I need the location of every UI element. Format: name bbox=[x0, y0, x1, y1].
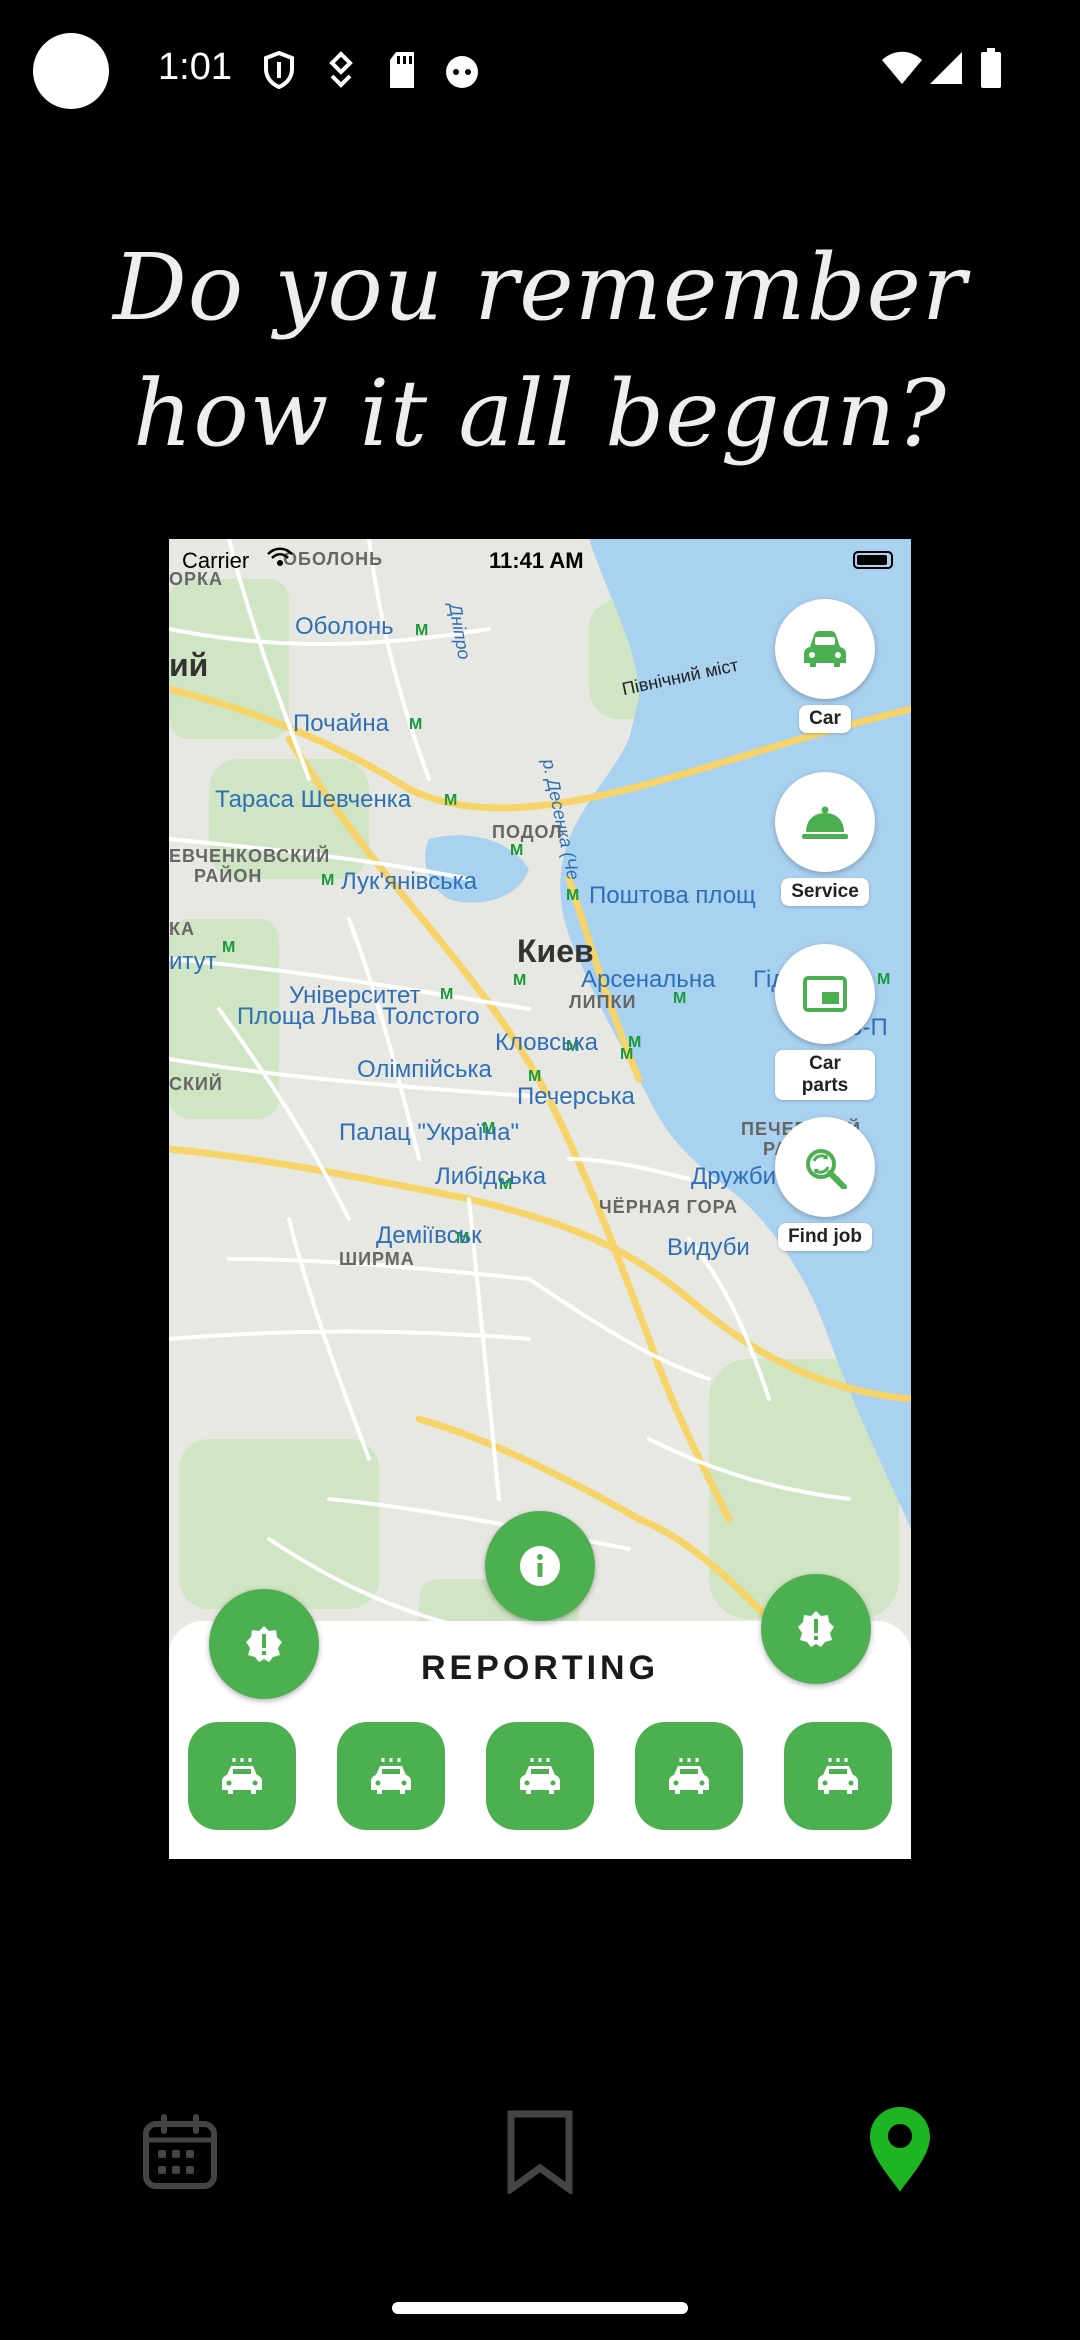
svg-text:M: M bbox=[444, 792, 457, 809]
category-service[interactable]: Service bbox=[775, 772, 875, 906]
car-icon bbox=[775, 599, 875, 699]
signal-icon bbox=[930, 52, 962, 84]
report-left-button[interactable] bbox=[209, 1589, 319, 1699]
map-label: ЕВЧЕНКОВСКИЙ bbox=[169, 846, 331, 866]
app-screenshot: MMM MMM MMM MMM MMM MMM ОБОЛОНЬ ОРКА Обо… bbox=[169, 539, 911, 1859]
category-label: Find job bbox=[778, 1223, 872, 1251]
map-label: Палац "Україна" bbox=[339, 1119, 520, 1146]
map-label: Поштова площ bbox=[589, 882, 756, 909]
info-button[interactable] bbox=[485, 1511, 595, 1621]
car-alarm-icon bbox=[222, 1758, 262, 1794]
report-car-button-4[interactable] bbox=[635, 1722, 743, 1830]
map-label: Тараса Шевченка bbox=[215, 786, 412, 813]
svg-text:M: M bbox=[321, 872, 334, 889]
home-indicator[interactable] bbox=[392, 2302, 688, 2314]
map-label: Киев bbox=[517, 933, 594, 969]
info-icon bbox=[520, 1546, 560, 1586]
svg-text:M: M bbox=[877, 971, 890, 988]
page-heading: Do you remember how it all began? bbox=[0, 225, 1080, 477]
car-alarm-icon bbox=[669, 1758, 709, 1794]
report-car-button-3[interactable] bbox=[486, 1722, 594, 1830]
alert-badge-icon bbox=[798, 1611, 834, 1647]
status-time: 1:01 bbox=[158, 46, 232, 88]
svg-text:M: M bbox=[628, 1034, 641, 1051]
map-label: СКИЙ bbox=[169, 1074, 223, 1094]
heading-line-1: Do you remember bbox=[113, 234, 967, 341]
wifi-icon bbox=[267, 547, 293, 566]
carrier-label: Carrier bbox=[182, 548, 250, 573]
cat-face-icon bbox=[446, 56, 478, 88]
report-right-button[interactable] bbox=[761, 1574, 871, 1684]
sd-card-icon bbox=[390, 52, 414, 88]
report-car-button-2[interactable] bbox=[337, 1722, 445, 1830]
bookmark-icon[interactable] bbox=[506, 2110, 574, 2194]
alert-badge-icon bbox=[246, 1626, 282, 1662]
car-alarm-icon bbox=[818, 1758, 858, 1794]
svg-text:M: M bbox=[513, 972, 526, 989]
status-bar: 1:01 bbox=[0, 0, 1080, 140]
category-find-job[interactable]: Find job bbox=[775, 1117, 875, 1251]
map-label: РАЙОН bbox=[194, 866, 263, 886]
map-label: ШИРМА bbox=[339, 1249, 415, 1269]
calendar-icon[interactable] bbox=[142, 2114, 218, 2190]
report-car-button-1[interactable] bbox=[188, 1722, 296, 1830]
car-parts-icon bbox=[775, 944, 875, 1044]
category-car-parts[interactable]: Car parts bbox=[775, 944, 875, 1100]
camera-cutout bbox=[33, 33, 109, 109]
battery-icon bbox=[853, 551, 893, 569]
map-label: Олімпійська bbox=[357, 1056, 492, 1083]
map-label: Арсенальна bbox=[581, 966, 716, 993]
service-bell-icon bbox=[775, 772, 875, 872]
wifi-icon bbox=[882, 51, 922, 84]
map-label: Почайна bbox=[293, 710, 389, 737]
ios-clock: 11:41 AM bbox=[489, 548, 584, 573]
svg-text:M: M bbox=[222, 939, 235, 956]
map-label: Либідська bbox=[435, 1163, 547, 1190]
map-label: КА bbox=[169, 919, 195, 939]
map-label: ЛИПКИ bbox=[569, 992, 637, 1012]
map-label: Деміївськ bbox=[376, 1222, 482, 1249]
ios-status-bar: Carrier 11:41 AM bbox=[169, 539, 911, 583]
map-label: ий bbox=[169, 647, 209, 683]
battery-icon bbox=[981, 48, 1001, 88]
download-icon bbox=[329, 51, 353, 88]
category-car[interactable]: Car bbox=[775, 599, 875, 733]
svg-text:M: M bbox=[415, 622, 428, 639]
location-pin-icon[interactable] bbox=[866, 2104, 934, 2194]
report-car-button-5[interactable] bbox=[784, 1722, 892, 1830]
category-label: Car parts bbox=[775, 1050, 875, 1100]
map-label: Оболонь bbox=[295, 613, 394, 640]
svg-text:M: M bbox=[440, 986, 453, 1003]
map-label: Площа Льва Толстого bbox=[237, 1003, 480, 1030]
map-label: ПОДОЛ bbox=[492, 822, 563, 842]
svg-text:M: M bbox=[409, 716, 422, 733]
svg-text:M: M bbox=[566, 887, 579, 904]
map-label: Кловська bbox=[495, 1029, 598, 1056]
heading-line-2: how it all began? bbox=[133, 360, 947, 467]
shield-icon bbox=[264, 50, 294, 90]
map-label: ЧЁРНАЯ ГОРА bbox=[599, 1197, 739, 1217]
category-label: Service bbox=[781, 878, 869, 906]
map-label: итут bbox=[169, 948, 217, 975]
car-alarm-icon bbox=[520, 1758, 560, 1794]
svg-text:M: M bbox=[510, 842, 523, 859]
car-alarm-icon bbox=[371, 1758, 411, 1794]
map-label: Лук'янівська bbox=[341, 868, 478, 895]
category-label: Car bbox=[799, 705, 851, 733]
map-label: Видуби bbox=[667, 1234, 750, 1261]
find-job-icon bbox=[775, 1117, 875, 1217]
map-label: Печерська bbox=[517, 1083, 635, 1110]
